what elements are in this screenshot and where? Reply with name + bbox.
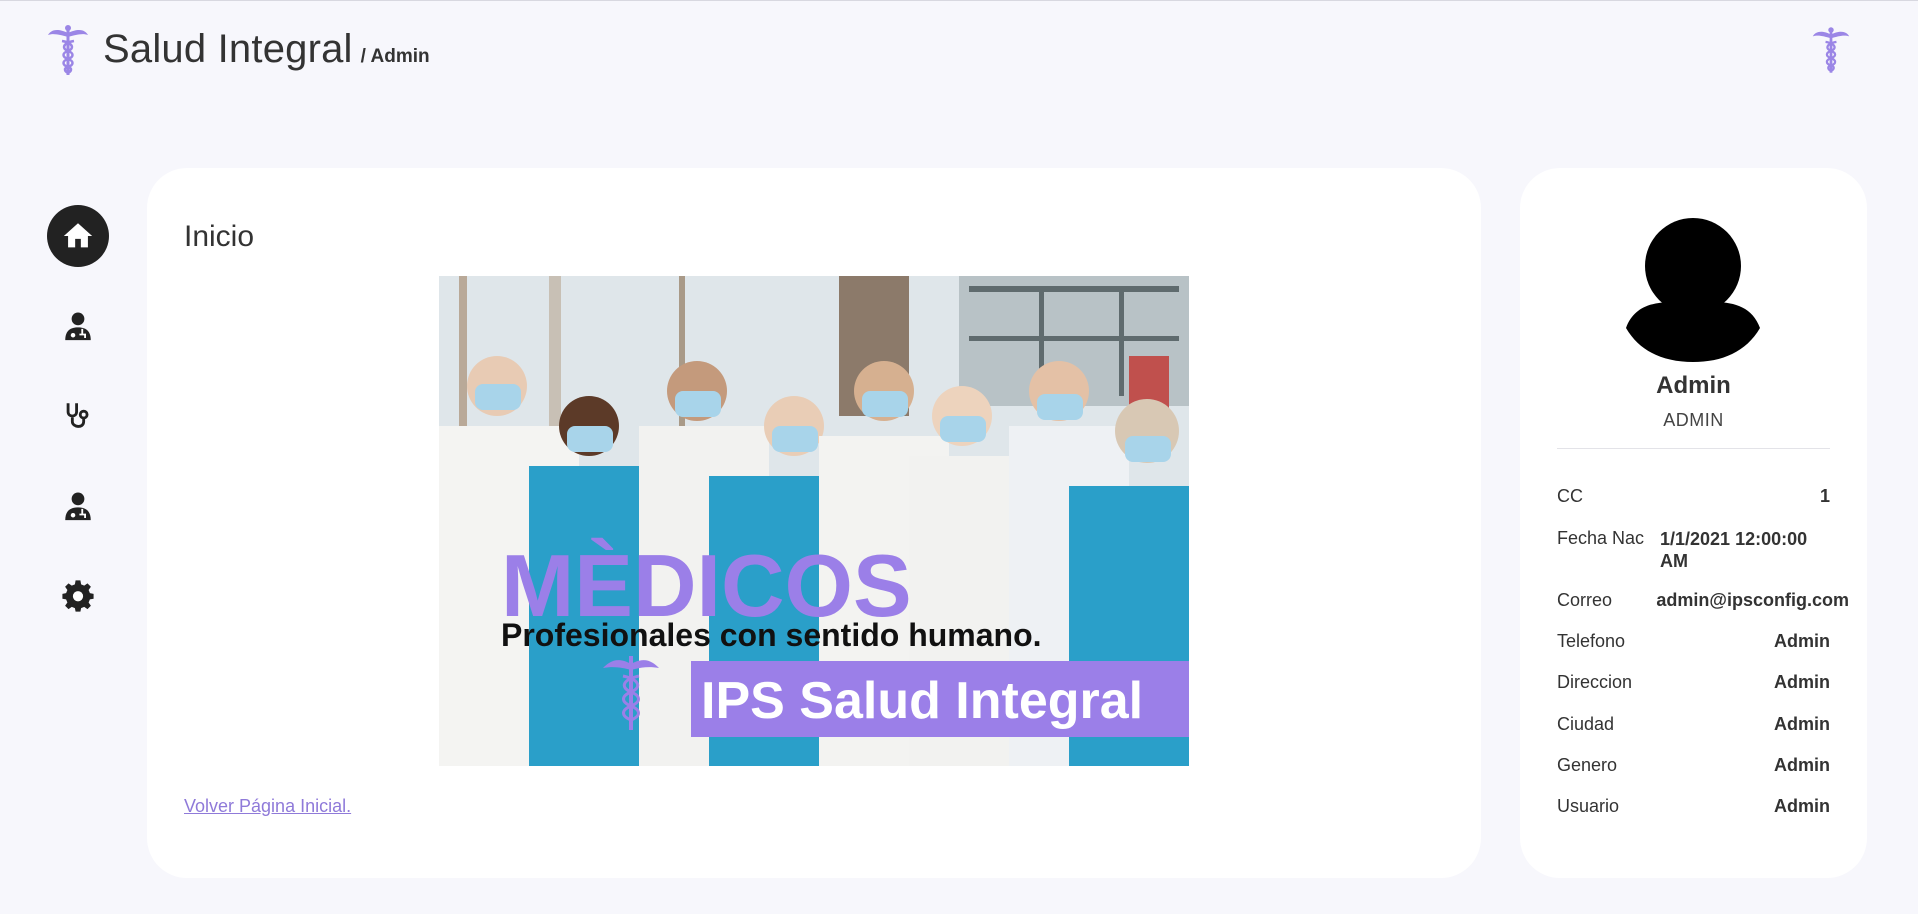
telefono-value: Admin bbox=[1774, 631, 1830, 651]
info-row-usuario: Usuario Admin bbox=[1557, 796, 1830, 817]
cc-value: 1 bbox=[1819, 486, 1830, 506]
genero-label: Genero bbox=[1557, 755, 1618, 775]
fecha-nac-label: Fecha Nac bbox=[1557, 528, 1645, 548]
sidebar-item-settings[interactable] bbox=[47, 565, 109, 627]
brand: Salud Integral / Admin bbox=[103, 27, 430, 72]
caduceus-icon[interactable] bbox=[46, 23, 90, 77]
medical-team-illustration: MÈDICOS Profesionales con sentido humano… bbox=[439, 276, 1189, 766]
correo-label: Correo bbox=[1557, 590, 1613, 610]
banner-image: MÈDICOS Profesionales con sentido humano… bbox=[439, 276, 1189, 766]
banner-brand: IPS Salud Integral bbox=[701, 672, 1143, 730]
profile-card: Admin ADMIN CC 1 Fecha Nac 1/1/2021 12:0… bbox=[1520, 168, 1867, 878]
usuario-value: Admin bbox=[1774, 796, 1830, 816]
genero-value: Admin bbox=[1774, 755, 1830, 775]
doctor-icon bbox=[65, 312, 91, 341]
stethoscope-icon bbox=[66, 403, 89, 428]
avatar bbox=[1626, 218, 1760, 362]
breadcrumb: / Admin bbox=[360, 46, 430, 67]
sidebar-item-consultations[interactable] bbox=[47, 385, 109, 447]
sidebar-item-home[interactable] bbox=[47, 205, 109, 267]
info-row-correo: Correo admin@ipsconfig.com bbox=[1557, 590, 1849, 611]
info-row-fecha-nac: Fecha Nac 1/1/2021 12:00:00 AM bbox=[1557, 528, 1830, 572]
info-row-genero: Genero Admin bbox=[1557, 755, 1830, 776]
home-icon bbox=[63, 223, 93, 248]
sidebar-item-patients[interactable] bbox=[47, 475, 109, 537]
page-title: Inicio bbox=[184, 220, 255, 253]
gear-icon bbox=[62, 580, 94, 612]
app-title: Salud Integral bbox=[103, 27, 353, 71]
cc-label: CC bbox=[1557, 486, 1583, 506]
doctor-icon bbox=[65, 492, 91, 521]
fecha-nac-value: 1/1/2021 12:00:00 AM bbox=[1660, 529, 1808, 571]
direccion-label: Direccion bbox=[1557, 672, 1633, 692]
app-header: Salud Integral / Admin bbox=[0, 1, 1918, 101]
correo-value: admin@ipsconfig.com bbox=[1656, 590, 1849, 610]
sidebar-item-doctors[interactable] bbox=[47, 295, 109, 357]
divider bbox=[1557, 448, 1830, 449]
info-row-cc: CC 1 bbox=[1557, 486, 1830, 507]
info-row-direccion: Direccion Admin bbox=[1557, 672, 1830, 693]
back-to-home-link[interactable]: Volver Página Inicial. bbox=[184, 796, 351, 817]
ciudad-label: Ciudad bbox=[1557, 714, 1615, 734]
direccion-value: Admin bbox=[1774, 672, 1830, 692]
caduceus-icon bbox=[1812, 27, 1850, 73]
ciudad-value: Admin bbox=[1774, 714, 1830, 734]
banner-tagline: Profesionales con sentido humano. bbox=[501, 617, 1042, 653]
usuario-label: Usuario bbox=[1557, 796, 1620, 816]
profile-name: Admin bbox=[1656, 372, 1731, 399]
info-row-ciudad: Ciudad Admin bbox=[1557, 714, 1830, 735]
main-content-card: Inicio MÈDICOS Profesionales con sentido… bbox=[147, 168, 1481, 878]
profile-role: ADMIN bbox=[1663, 410, 1724, 430]
info-row-telefono: Telefono Admin bbox=[1557, 631, 1830, 652]
telefono-label: Telefono bbox=[1557, 631, 1626, 651]
